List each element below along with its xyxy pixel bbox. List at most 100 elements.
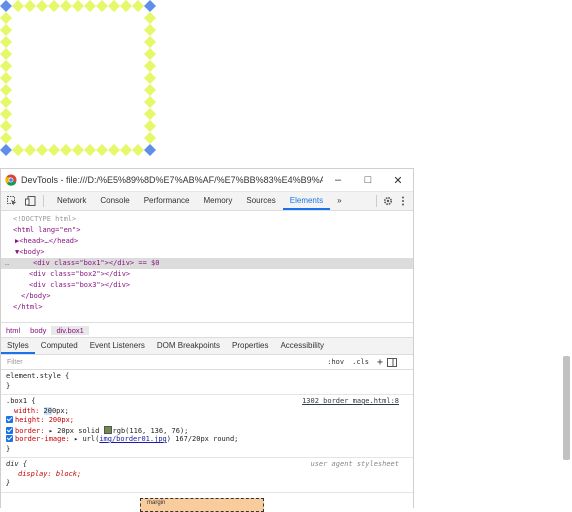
more-options-icon[interactable] (399, 196, 407, 206)
border-checkbox[interactable] (6, 426, 13, 434)
tab-performance[interactable]: Performance (137, 192, 197, 210)
box-model-margin: margin (140, 498, 264, 512)
tab-event-listeners[interactable]: Event Listeners (84, 338, 151, 354)
tab-dom-breakpoints[interactable]: DOM Breakpoints (151, 338, 226, 354)
element-style-rule: element.style { } (1, 370, 413, 395)
ua-div-rule: user agent stylesheet div { display: blo… (1, 458, 413, 493)
tab-computed[interactable]: Computed (35, 338, 84, 354)
border-diamond (12, 0, 24, 12)
dom-line-body-open[interactable]: ▼<body> (1, 247, 413, 258)
tab-accessibility[interactable]: Accessibility (274, 338, 330, 354)
border-diamond (144, 48, 156, 60)
prop-border-image-post: ) 167/20px round; (166, 435, 239, 443)
border-diamond (108, 144, 120, 156)
border-diamond (36, 0, 48, 12)
border-diamond (72, 0, 84, 12)
border-image-checkbox[interactable] (6, 435, 13, 442)
border-diamond (132, 144, 144, 156)
border-diamond (144, 108, 156, 120)
border-diamond (12, 144, 24, 156)
prop-border[interactable]: border: ▸ 20px solid rgb(116, 136, 76); (6, 425, 413, 436)
border-diamond (24, 144, 36, 156)
border-diamond (144, 12, 156, 24)
styles-tab-bar: Styles Computed Event Listeners DOM Brea… (1, 338, 413, 355)
border-image-url-link[interactable]: img/border01.jpg (99, 435, 166, 443)
corner-diamond (144, 0, 156, 12)
border-diamond (84, 0, 96, 12)
border-diamond (24, 0, 36, 12)
color-swatch-icon[interactable] (103, 425, 112, 434)
more-tabs-button[interactable]: » (330, 192, 348, 210)
dom-tree-panel: <!DOCTYPE html> <html lang="en"> ▶<head>… (1, 211, 413, 322)
tab-styles[interactable]: Styles (1, 338, 35, 354)
border-diamond (144, 120, 156, 132)
prop-width[interactable]: width: 200px; (6, 406, 413, 417)
tab-console[interactable]: Console (93, 192, 136, 210)
tab-sources[interactable]: Sources (239, 192, 282, 210)
toggle-sidebar-icon[interactable] (387, 357, 397, 367)
prop-border-value: ▸ 20px solid (48, 426, 100, 435)
border-diamond (0, 36, 12, 48)
title-bar: DevTools - file:///D:/%E5%89%8D%E7%AB%AF… (1, 169, 413, 192)
dom-line-html-close[interactable]: </html> (1, 302, 413, 313)
border-diamond (0, 132, 12, 144)
dom-line-box2[interactable]: <div class="box2"></div> (1, 269, 413, 280)
border-diamond (120, 0, 132, 12)
border-diamond (0, 24, 12, 36)
settings-gear-icon[interactable] (383, 196, 393, 206)
element-style-selector[interactable]: element.style { (6, 372, 413, 382)
dom-line-body-close[interactable]: </body> (1, 291, 413, 302)
window-title: DevTools - file:///D:/%E5%89%8D%E7%AB%AF… (21, 175, 323, 185)
element-style-close: } (6, 381, 11, 390)
dom-line-box1-selected[interactable]: … <div class="box1"></div> == $0 (1, 258, 413, 269)
tab-memory[interactable]: Memory (197, 192, 240, 210)
toolbar-divider-right (376, 195, 377, 207)
class-toggle[interactable]: .cls (352, 358, 369, 366)
prop-height-text: height: 200px; (15, 416, 75, 424)
tab-network[interactable]: Network (50, 192, 93, 210)
dom-line-html-open[interactable]: <html lang="en"> (1, 225, 413, 236)
border-diamond (144, 36, 156, 48)
tab-properties[interactable]: Properties (226, 338, 274, 354)
inspect-element-icon[interactable] (5, 195, 19, 207)
height-checkbox[interactable] (6, 416, 13, 423)
styles-filter-input[interactable]: Filter (7, 359, 327, 366)
prop-border-image[interactable]: border-image: ▸ url(img/border01.jpg) 16… (6, 435, 413, 445)
dom-ellipsis[interactable]: … (1, 258, 33, 269)
border-diamond (120, 144, 132, 156)
ua-display-prop: display: block; (18, 469, 82, 478)
close-button[interactable]: ✕ (383, 174, 413, 187)
border-diamond (0, 96, 12, 108)
rule-source-link[interactable]: 1302 border_mage.html:8 (302, 397, 399, 405)
breadcrumb-body[interactable]: body (25, 326, 51, 335)
dom-line-head[interactable]: ▶<head>…</head> (1, 236, 413, 247)
corner-diamond (0, 144, 12, 156)
corner-diamond (144, 144, 156, 156)
maximize-button[interactable]: □ (353, 174, 383, 186)
styles-scrollbar[interactable] (563, 356, 570, 460)
prop-width-value-rest: 0px; (51, 406, 69, 415)
toolbar-divider (43, 195, 44, 207)
border-diamond (0, 60, 12, 72)
hover-state-toggle[interactable]: :hov (327, 358, 344, 366)
breadcrumb-div-box1[interactable]: div.box1 (51, 325, 89, 335)
prop-border-color: rgb(116, 136, 76); (112, 426, 189, 435)
prop-width-editing[interactable]: 20 (43, 406, 52, 415)
prop-border-name: border: (15, 426, 45, 435)
main-tab-bar: Network Console Performance Memory Sourc… (1, 192, 413, 211)
minimize-button[interactable]: – (323, 174, 353, 186)
device-toolbar-icon[interactable] (23, 195, 37, 207)
dom-line-doctype[interactable]: <!DOCTYPE html> (1, 214, 413, 225)
new-rule-button[interactable]: + (377, 357, 383, 368)
prop-height[interactable]: height: 200px; (6, 416, 413, 426)
dom-line-box3[interactable]: <div class="box3"></div> (1, 280, 413, 291)
styles-filter-bar: Filter :hov .cls + (1, 355, 413, 370)
border-diamond (144, 132, 156, 144)
border-diamond (0, 108, 12, 120)
border-diamond (144, 24, 156, 36)
box1-close: } (6, 444, 11, 453)
breadcrumb-html[interactable]: html (1, 326, 25, 335)
border-diamond (0, 120, 12, 132)
tab-elements[interactable]: Elements (282, 192, 331, 210)
box1-rule: 1302 border_mage.html:8 .box1 { width: 2… (1, 395, 413, 458)
